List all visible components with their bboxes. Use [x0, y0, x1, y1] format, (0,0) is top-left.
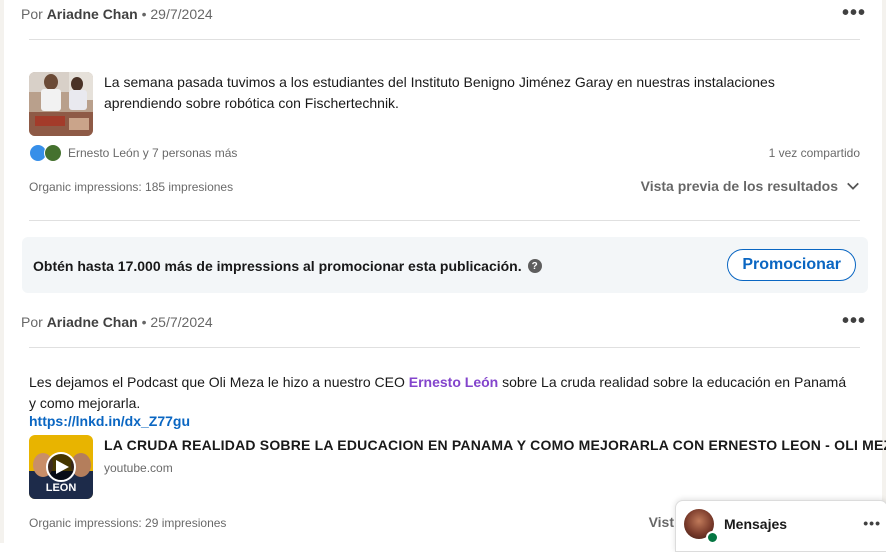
ellipsis-icon[interactable]: ••• [863, 515, 881, 531]
preview-label: Vist [648, 514, 674, 530]
support-reaction-icon [44, 144, 62, 162]
ellipsis-icon[interactable]: ••• [842, 3, 866, 23]
author-name[interactable]: Ariadne Chan [47, 314, 138, 330]
promote-button[interactable]: Promocionar [727, 249, 856, 281]
author-prefix: Por [21, 314, 43, 330]
post-text-before: Les dejamos el Podcast que Oli Meza le h… [29, 374, 405, 390]
ellipsis-icon[interactable]: ••• [842, 311, 866, 331]
post-text: La semana pasada tuvimos a los estudiant… [104, 74, 775, 111]
video-title[interactable]: LA CRUDA REALIDAD SOBRE LA EDUCACION EN … [104, 437, 886, 453]
author-prefix: Por [21, 6, 43, 22]
preview-label: Vista previa de los resultados [640, 178, 838, 194]
reactions[interactable]: Ernesto León y 7 personas más [29, 144, 237, 162]
shares-count[interactable]: 1 vez compartido [769, 146, 860, 160]
author-name[interactable]: Ariadne Chan [47, 6, 138, 22]
chevron-down-icon [847, 182, 859, 190]
post-text: Les dejamos el Podcast que Oli Meza le h… [29, 372, 849, 414]
promote-text-wrap: Obtén hasta 17.000 más de impressions al… [33, 258, 542, 274]
post-author-line: Por Ariadne Chan • 29/7/2024 [21, 6, 213, 22]
post-date: 25/7/2024 [150, 314, 213, 330]
post-url-link[interactable]: https://lnkd.in/dx_Z77gu [29, 413, 190, 429]
mention-link[interactable]: Ernesto León [409, 374, 498, 390]
impressions-text: Organic impressions: 185 impresiones [29, 180, 234, 194]
post-date: 29/7/2024 [150, 6, 213, 22]
post-thumbnail[interactable] [29, 72, 93, 136]
post-author-line: Por Ariadne Chan • 25/7/2024 [21, 314, 213, 330]
video-thumbnail[interactable]: LEON [29, 435, 93, 499]
promote-banner: Obtén hasta 17.000 más de impressions al… [22, 237, 868, 293]
question-icon[interactable]: ? [527, 259, 542, 273]
messaging-label[interactable]: Mensajes [724, 516, 787, 532]
divider [29, 347, 860, 348]
divider [29, 220, 860, 221]
page-left-gutter [0, 0, 4, 543]
promote-text: Obtén hasta 17.000 más de impressions al… [33, 258, 522, 274]
date-separator: • [141, 314, 147, 330]
page-right-gutter [882, 0, 886, 543]
preview-results-toggle[interactable]: Vist [649, 514, 674, 530]
date-separator: • [141, 6, 147, 22]
reactions-text[interactable]: Ernesto León y 7 personas más [68, 146, 237, 160]
impressions-text: Organic impressions: 29 impresiones [29, 516, 227, 530]
divider [29, 39, 860, 40]
online-status-icon [706, 531, 719, 544]
messaging-bar[interactable]: Mensajes ••• [675, 500, 886, 552]
preview-results-toggle[interactable]: Vista previa de los resultados [641, 178, 860, 194]
video-source: youtube.com [104, 461, 173, 475]
thumb-text: LEON [46, 482, 77, 494]
